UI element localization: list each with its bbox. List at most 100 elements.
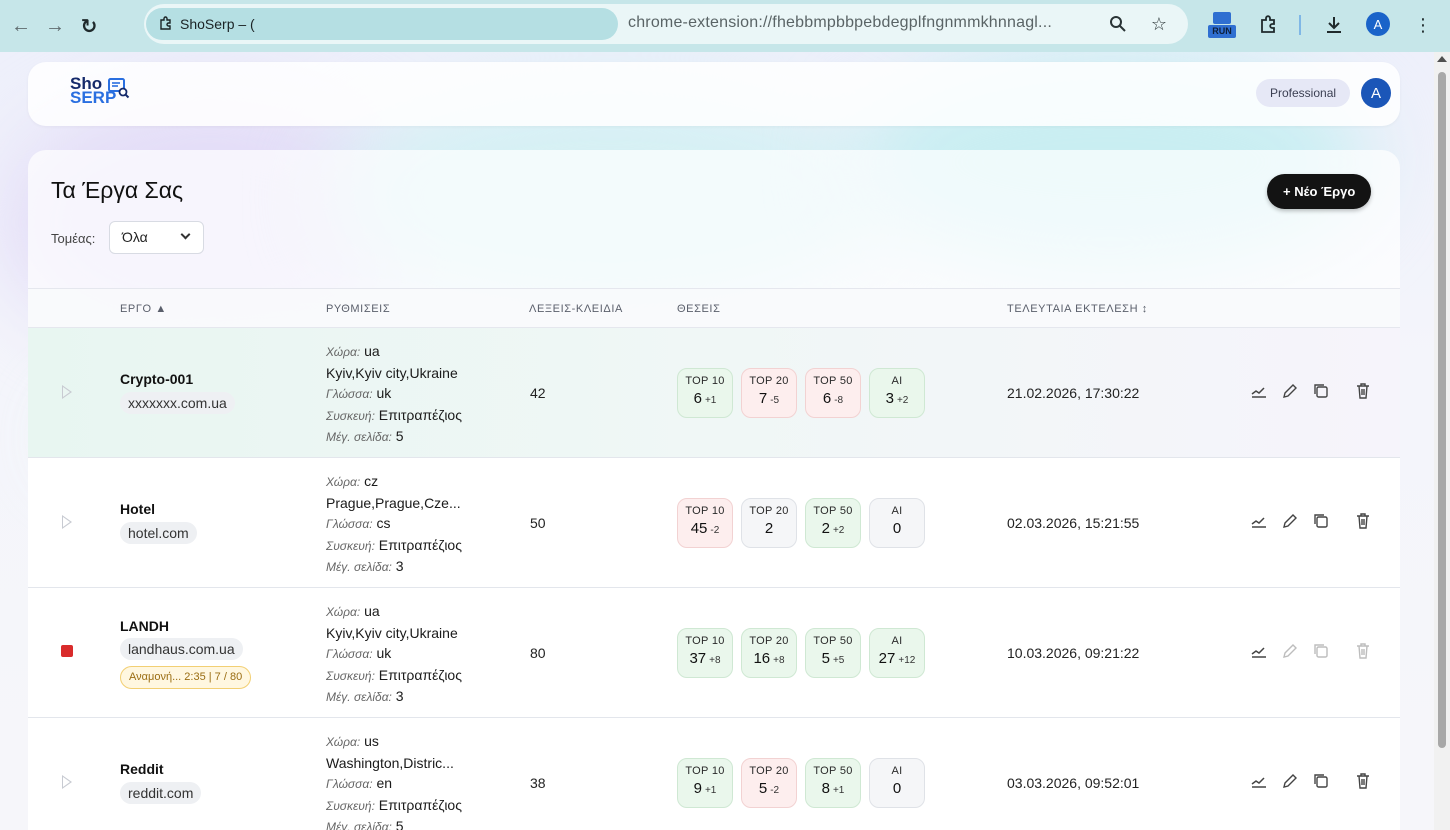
logo-search-icon bbox=[108, 78, 130, 99]
position-label: AI bbox=[891, 375, 903, 387]
project-name[interactable]: Hotel bbox=[120, 501, 155, 517]
table-row[interactable]: Crypto-001 xxxxxxx.com.ua Χώρα: ua Kyiv,Kyi… bbox=[28, 328, 1400, 458]
duplicate-icon[interactable] bbox=[1311, 771, 1331, 791]
position-value: 45 bbox=[690, 520, 708, 537]
projects-card: Τα Έργα Σας + Νέο Έργο Τομέας: Όλα ΕΡΓΟ … bbox=[28, 150, 1400, 830]
max-page-label: Μέγ. σελίδα: bbox=[326, 560, 392, 575]
max-page-value: 3 bbox=[395, 688, 404, 705]
url-text[interactable]: chrome-extension://fhebbmpbbpebdegplfngn… bbox=[628, 14, 1052, 32]
position-value: 16 bbox=[753, 650, 771, 667]
extension-page-icon bbox=[160, 16, 171, 30]
location-value: Washington,Distric... bbox=[326, 754, 454, 771]
page-scrollbar[interactable] bbox=[1434, 52, 1450, 830]
back-icon[interactable]: ← bbox=[4, 9, 38, 43]
position-delta: +5 bbox=[832, 655, 845, 666]
delete-trash-icon[interactable] bbox=[1353, 381, 1373, 401]
edit-pencil-icon[interactable] bbox=[1280, 381, 1300, 401]
position-delta: +1 bbox=[704, 785, 717, 796]
page-title: Τα Έργα Σας bbox=[51, 177, 184, 203]
stats-chart-icon[interactable] bbox=[1249, 771, 1269, 791]
user-avatar[interactable]: A bbox=[1361, 78, 1391, 108]
delete-trash-icon[interactable] bbox=[1353, 511, 1373, 531]
table-row[interactable]: Reddit reddit.com Χώρα: us Washington,Distr… bbox=[28, 718, 1400, 830]
browser-toolbar: ← → ↻ ShoSerp – ( chrome-extension://fhe… bbox=[0, 0, 1450, 52]
position-label: TOP 50 bbox=[813, 635, 853, 647]
position-label: AI bbox=[891, 765, 903, 777]
column-header-last-run[interactable]: ΤΕΛΕΥΤΑΙΑ ΕΚΤΕΛΕΣΗ ↕ bbox=[1007, 303, 1148, 315]
position-delta: -5 bbox=[770, 395, 780, 406]
device-label: Συσκευή: bbox=[326, 798, 375, 813]
position-delta: +8 bbox=[709, 655, 721, 666]
position-badge: TOP 50 8 +1 bbox=[805, 758, 861, 808]
sector-filter-select[interactable]: Όλα bbox=[109, 221, 204, 254]
device-value: Επιτραπέζιος bbox=[378, 536, 462, 553]
project-name[interactable]: Reddit bbox=[120, 761, 164, 777]
position-badge: AI 0 bbox=[869, 758, 925, 808]
position-badge: TOP 50 2 +2 bbox=[805, 498, 861, 548]
play-run-button[interactable] bbox=[62, 515, 72, 529]
browser-menu-icon[interactable]: ⋮ bbox=[1408, 10, 1438, 40]
position-label: TOP 20 bbox=[749, 375, 789, 387]
device-label: Συσκευή: bbox=[326, 408, 375, 423]
stop-run-button[interactable] bbox=[61, 645, 73, 657]
duplicate-icon[interactable] bbox=[1311, 641, 1331, 661]
max-page-label: Μέγ. σελίδα: bbox=[326, 820, 392, 830]
position-delta: +12 bbox=[898, 655, 916, 666]
position-badge: TOP 10 45 -2 bbox=[677, 498, 733, 548]
delete-trash-icon[interactable] bbox=[1353, 641, 1373, 661]
language-label: Γλώσσα: bbox=[326, 647, 373, 662]
table-row[interactable]: LANDH landhaus.com.ua Αναμονή... 2:35 | 7 … bbox=[28, 588, 1400, 718]
forward-icon[interactable]: → bbox=[38, 9, 72, 43]
address-bar[interactable]: ShoSerp – ( chrome-extension://fhebbmpbb… bbox=[144, 4, 1188, 44]
language-value: en bbox=[376, 775, 393, 792]
position-value: 0 bbox=[892, 780, 902, 797]
duplicate-icon[interactable] bbox=[1311, 511, 1331, 531]
language-value: uk bbox=[376, 385, 392, 402]
plan-badge[interactable]: Professional bbox=[1256, 79, 1351, 107]
play-run-button[interactable] bbox=[62, 385, 72, 399]
run-extension-icon[interactable]: RUN bbox=[1207, 10, 1237, 42]
edit-pencil-icon[interactable] bbox=[1280, 511, 1300, 531]
delete-trash-icon[interactable] bbox=[1353, 771, 1373, 791]
column-header-project[interactable]: ΕΡΓΟ ▲ bbox=[120, 303, 167, 315]
language-label: Γλώσσα: bbox=[326, 517, 373, 532]
play-run-button[interactable] bbox=[62, 775, 72, 789]
position-delta: +2 bbox=[832, 525, 845, 536]
position-delta: -2 bbox=[710, 525, 720, 536]
position-delta: +1 bbox=[704, 395, 717, 406]
scrollbar-thumb[interactable] bbox=[1438, 72, 1446, 748]
project-name[interactable]: Crypto-001 bbox=[120, 371, 193, 387]
stats-chart-icon[interactable] bbox=[1249, 641, 1269, 661]
edit-pencil-icon[interactable] bbox=[1280, 771, 1300, 791]
reload-icon[interactable]: ↻ bbox=[72, 9, 106, 43]
column-header-settings: ΡΥΘΜΙΣΕΙΣ bbox=[326, 303, 391, 315]
download-icon[interactable] bbox=[1319, 10, 1349, 40]
max-page-value: 5 bbox=[395, 818, 404, 830]
extensions-puzzle-icon[interactable] bbox=[1254, 10, 1284, 40]
position-delta: +2 bbox=[896, 395, 909, 406]
bookmark-star-icon[interactable]: ☆ bbox=[1147, 12, 1171, 36]
new-project-button[interactable]: + Νέο Έργο bbox=[1267, 174, 1372, 209]
run-extension-label: RUN bbox=[1208, 25, 1236, 38]
zoom-icon[interactable] bbox=[1106, 12, 1130, 36]
position-label: TOP 10 bbox=[685, 375, 725, 387]
position-badge: AI 27 +12 bbox=[869, 628, 925, 678]
language-value: cs bbox=[376, 515, 391, 532]
browser-profile-avatar[interactable]: A bbox=[1366, 12, 1390, 36]
duplicate-icon[interactable] bbox=[1311, 381, 1331, 401]
project-name[interactable]: LANDH bbox=[120, 618, 169, 634]
language-label: Γλώσσα: bbox=[326, 777, 373, 792]
edit-pencil-icon[interactable] bbox=[1280, 641, 1300, 661]
stats-chart-icon[interactable] bbox=[1249, 511, 1269, 531]
position-label: TOP 20 bbox=[749, 765, 789, 777]
scroll-up-arrow-icon[interactable] bbox=[1437, 56, 1447, 62]
table-row[interactable]: Hotel hotel.com Χώρα: cz Prague,Prague,Cze.… bbox=[28, 458, 1400, 588]
toolbar-divider bbox=[1299, 15, 1301, 35]
tab-chip[interactable]: ShoSerp – ( bbox=[146, 8, 618, 40]
shoserp-logo[interactable]: Sho SERP bbox=[70, 75, 130, 106]
keyword-count: 42 bbox=[530, 385, 546, 401]
stats-chart-icon[interactable] bbox=[1249, 381, 1269, 401]
device-label: Συσκευή: bbox=[326, 668, 375, 683]
keyword-count: 50 bbox=[530, 515, 546, 531]
position-value: 5 bbox=[758, 780, 768, 797]
